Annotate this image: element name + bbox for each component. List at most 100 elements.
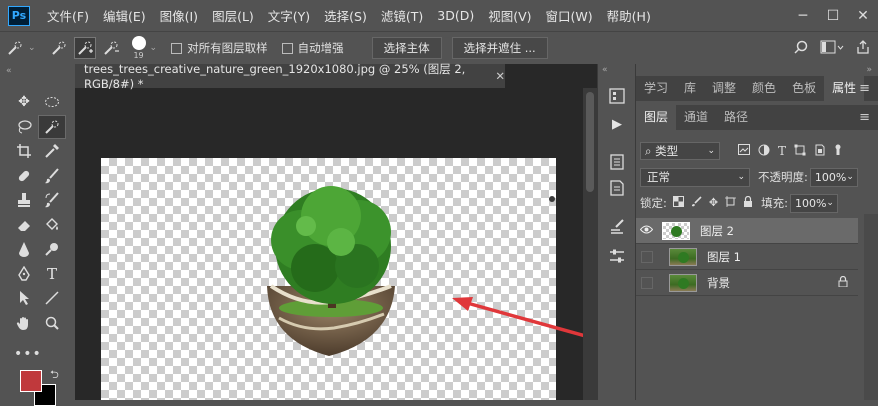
eye-icon[interactable] bbox=[636, 224, 656, 237]
brush-size-picker[interactable]: 19 bbox=[131, 36, 146, 60]
filter-type-icon[interactable]: T bbox=[778, 144, 786, 159]
tab-layers[interactable]: 图层 bbox=[636, 105, 677, 130]
blur-tool-icon[interactable] bbox=[10, 237, 38, 262]
tab-channels[interactable]: 通道 bbox=[676, 105, 716, 130]
menu-type[interactable]: 文字(Y) bbox=[261, 6, 317, 25]
layer-name[interactable]: 图层 1 bbox=[707, 249, 741, 265]
brush-chevron-down-icon[interactable]: ⌄ bbox=[150, 43, 158, 53]
layer-name[interactable]: 背景 bbox=[707, 275, 730, 291]
opacity-input[interactable]: 100% ⌄ bbox=[809, 167, 858, 187]
vertical-scrollbar[interactable] bbox=[583, 88, 597, 400]
collapse-strip-icon[interactable]: « bbox=[602, 65, 608, 75]
auto-enhance-checkbox[interactable]: 自动增强 bbox=[281, 40, 344, 56]
notes-panel-icon[interactable] bbox=[607, 178, 627, 198]
lock-icon[interactable] bbox=[838, 275, 848, 290]
more-tools-icon[interactable]: ••• bbox=[14, 346, 42, 362]
search-icon[interactable] bbox=[794, 40, 808, 57]
minimize-icon[interactable]: ─ bbox=[788, 8, 818, 24]
lasso-tool-icon[interactable] bbox=[10, 115, 38, 140]
filter-shape-icon[interactable] bbox=[794, 144, 806, 159]
history-brush-tool-icon[interactable] bbox=[38, 188, 66, 213]
blend-mode-select[interactable]: 正常 ⌄ bbox=[640, 167, 750, 187]
menu-view[interactable]: 视图(V) bbox=[481, 6, 538, 25]
menu-help[interactable]: 帮助(H) bbox=[600, 6, 658, 25]
menu-image[interactable]: 图像(I) bbox=[153, 6, 205, 25]
path-selection-tool-icon[interactable] bbox=[10, 286, 38, 311]
sample-all-layers-checkbox[interactable]: 对所有图层取样 bbox=[171, 40, 268, 56]
select-subject-button[interactable]: 选择主体 bbox=[371, 37, 442, 59]
quick-selection-tool-icon[interactable] bbox=[38, 114, 66, 139]
lock-position-icon[interactable]: ✥ bbox=[709, 196, 718, 210]
menu-filter[interactable]: 滤镜(T) bbox=[374, 6, 430, 25]
pen-tool-icon[interactable] bbox=[10, 262, 38, 287]
foreground-color-swatch[interactable] bbox=[20, 370, 42, 392]
brush-settings-icon[interactable] bbox=[607, 217, 627, 237]
menu-select[interactable]: 选择(S) bbox=[317, 6, 374, 25]
visibility-toggle[interactable] bbox=[641, 250, 653, 263]
visibility-toggle[interactable] bbox=[641, 276, 653, 289]
zoom-tool-icon[interactable] bbox=[38, 311, 66, 336]
tab-paths[interactable]: 路径 bbox=[716, 105, 756, 130]
layer-row[interactable]: 图层 2 bbox=[636, 218, 858, 244]
filter-toggle-icon[interactable] bbox=[834, 144, 842, 159]
adjust-sliders-icon[interactable] bbox=[607, 246, 627, 266]
menu-layer[interactable]: 图层(L) bbox=[205, 6, 261, 25]
maximize-icon[interactable]: ☐ bbox=[818, 8, 848, 24]
subtract-from-selection-icon[interactable] bbox=[100, 37, 122, 59]
layers-menu-icon[interactable]: ≡ bbox=[859, 110, 870, 125]
tab-color[interactable]: 颜色 bbox=[744, 76, 784, 101]
eyedropper-tool-icon[interactable] bbox=[38, 139, 66, 164]
lock-artboard-icon[interactable] bbox=[725, 196, 737, 210]
paint-bucket-tool-icon[interactable] bbox=[38, 213, 66, 238]
filter-smart-object-icon[interactable] bbox=[814, 144, 826, 159]
layer-row[interactable]: 图层 1 bbox=[636, 244, 858, 270]
brush-tool-icon[interactable] bbox=[38, 164, 66, 189]
preset-chevron-down-icon[interactable]: ⌄ bbox=[28, 43, 36, 53]
move-tool-icon[interactable]: ✥ bbox=[10, 90, 38, 115]
add-to-selection-icon[interactable] bbox=[73, 37, 96, 59]
quick-selection-preset-icon[interactable] bbox=[4, 37, 26, 59]
layer-name[interactable]: 图层 2 bbox=[700, 223, 734, 239]
kind-filter-select[interactable]: ⌕ 类型 ⌄ bbox=[640, 142, 720, 160]
menu-window[interactable]: 窗口(W) bbox=[539, 6, 600, 25]
menu-3d[interactable]: 3D(D) bbox=[430, 8, 481, 23]
menu-file[interactable]: 文件(F) bbox=[40, 6, 96, 25]
hand-tool-icon[interactable] bbox=[10, 311, 38, 336]
layers-scrollbar[interactable] bbox=[864, 214, 878, 400]
fill-input[interactable]: 100% ⌄ bbox=[789, 193, 838, 213]
collapse-panels-icon[interactable]: » bbox=[866, 65, 872, 75]
menu-edit[interactable]: 编辑(E) bbox=[96, 6, 153, 25]
tab-learn[interactable]: 学习 bbox=[636, 76, 676, 101]
filter-adjustment-icon[interactable] bbox=[758, 144, 770, 159]
filter-pixel-icon[interactable] bbox=[738, 143, 750, 159]
panel-menu-icon[interactable]: ≡ bbox=[859, 81, 870, 96]
libraries-panel-icon[interactable] bbox=[607, 152, 627, 172]
scrollbar-thumb[interactable] bbox=[586, 92, 594, 192]
select-and-mask-button[interactable]: 选择并遮住 ... bbox=[451, 37, 548, 59]
type-tool-icon[interactable]: T bbox=[38, 262, 66, 287]
clone-stamp-tool-icon[interactable] bbox=[10, 188, 38, 213]
actions-play-icon[interactable]: ▶ bbox=[607, 114, 627, 134]
close-icon[interactable]: ✕ bbox=[848, 8, 878, 24]
marquee-tool-icon[interactable] bbox=[38, 90, 66, 115]
window-controls: ─ ☐ ✕ bbox=[788, 0, 878, 31]
dodge-tool-icon[interactable] bbox=[38, 237, 66, 262]
tab-properties[interactable]: 属性 bbox=[824, 76, 865, 101]
tab-libraries[interactable]: 库 bbox=[676, 76, 704, 101]
collapse-toolbar-icon[interactable]: « bbox=[6, 66, 12, 76]
lock-transparent-icon[interactable] bbox=[672, 196, 684, 210]
lock-image-icon[interactable] bbox=[691, 196, 702, 210]
swap-colors-icon[interactable]: ⮌ bbox=[50, 366, 59, 385]
lock-all-icon[interactable] bbox=[743, 195, 753, 210]
healing-brush-tool-icon[interactable] bbox=[10, 164, 38, 189]
layer-row[interactable]: 背景 bbox=[636, 270, 858, 296]
share-icon[interactable] bbox=[856, 39, 870, 57]
tab-adjustments[interactable]: 调整 bbox=[704, 76, 744, 101]
line-tool-icon[interactable] bbox=[38, 286, 66, 311]
crop-tool-icon[interactable] bbox=[10, 139, 38, 164]
new-selection-icon[interactable] bbox=[48, 37, 70, 59]
history-panel-icon[interactable] bbox=[607, 86, 627, 106]
eraser-tool-icon[interactable] bbox=[10, 213, 38, 238]
workspace-icon[interactable] bbox=[820, 40, 844, 57]
tab-swatches[interactable]: 色板 bbox=[784, 76, 824, 101]
